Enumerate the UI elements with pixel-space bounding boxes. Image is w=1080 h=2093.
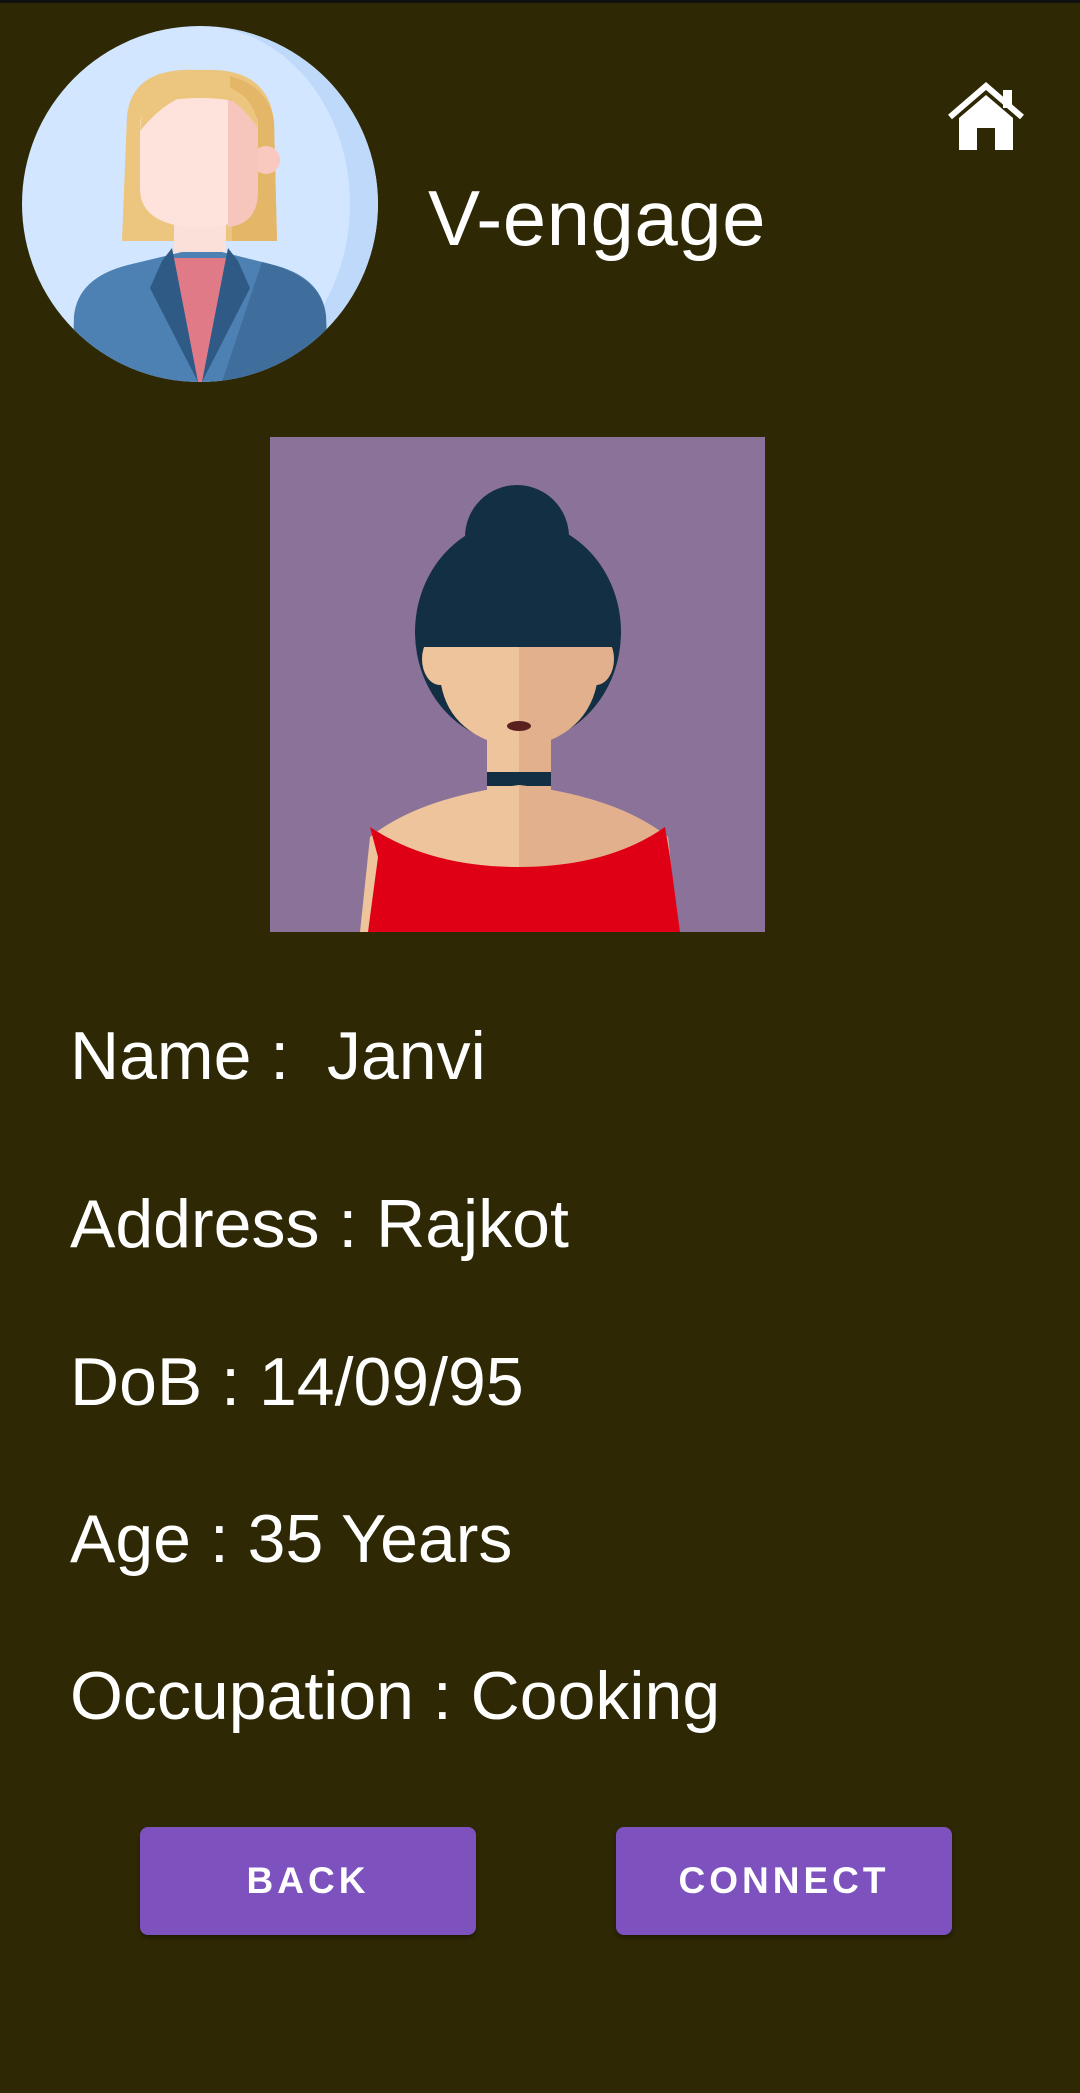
header-avatar	[22, 26, 378, 382]
address-text: Address : Rajkot	[70, 1186, 569, 1262]
home-button[interactable]	[947, 82, 1025, 154]
home-icon	[948, 82, 1024, 150]
status-divider	[0, 0, 1080, 3]
dob-text: DoB : 14/09/95	[70, 1344, 524, 1420]
woman-avatar-icon	[270, 437, 765, 932]
businesswoman-avatar-icon	[22, 26, 378, 382]
back-button[interactable]: BACK	[140, 1827, 476, 1935]
name-text: Name : Janvi	[70, 1018, 486, 1094]
occupation-text: Occupation : Cooking	[70, 1658, 721, 1734]
app-title: V-engage	[428, 174, 766, 262]
back-button-label: BACK	[246, 1860, 370, 1901]
age-text: Age : 35 Years	[70, 1501, 513, 1577]
connect-button[interactable]: CONNECT	[616, 1827, 952, 1935]
connect-button-label: CONNECT	[678, 1860, 890, 1901]
profile-photo	[270, 437, 765, 932]
